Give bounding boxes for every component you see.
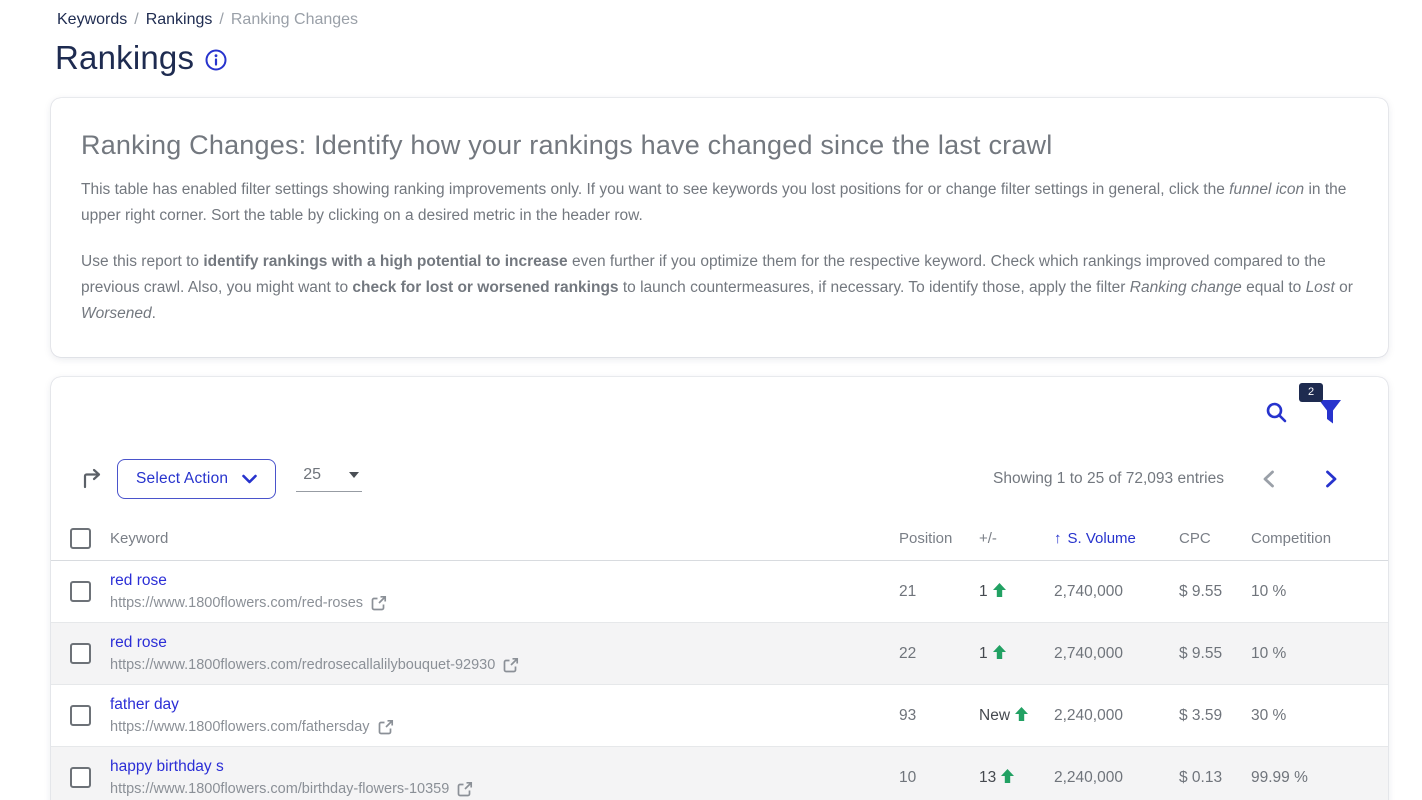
keyword-link[interactable]: happy birthday s	[110, 758, 224, 776]
search-volume-value: 2,240,000	[1054, 707, 1179, 725]
search-volume-value: 2,240,000	[1054, 769, 1179, 787]
intro-p2-filter-name: Ranking change	[1130, 279, 1242, 296]
keyword-url: https://www.1800flowers.com/red-roses	[110, 595, 363, 611]
cpc-value: $ 3.59	[1179, 707, 1251, 725]
keyword-link[interactable]: red rose	[110, 634, 167, 652]
funnel-icon[interactable]	[1318, 399, 1342, 425]
keyword-link[interactable]: red rose	[110, 572, 167, 590]
column-header-change[interactable]: +/-	[979, 530, 1054, 547]
row-checkbox[interactable]	[70, 643, 91, 664]
intro-p1-text: This table has enabled filter settings s…	[81, 181, 1229, 198]
search-volume-value: 2,740,000	[1054, 645, 1179, 663]
intro-paragraph-1: This table has enabled filter settings s…	[81, 177, 1358, 229]
keyword-url: https://www.1800flowers.com/birthday-flo…	[110, 781, 449, 797]
external-link-icon[interactable]	[457, 781, 473, 797]
table-row: father day https://www.1800flowers.com/f…	[51, 685, 1388, 747]
competition-value: 10 %	[1251, 583, 1388, 601]
table-body: red rose https://www.1800flowers.com/red…	[51, 561, 1388, 800]
table-row: red rose https://www.1800flowers.com/red…	[51, 561, 1388, 623]
change-up-arrow-icon	[993, 645, 1006, 659]
info-icon[interactable]	[205, 49, 227, 71]
intro-paragraph-2: Use this report to identify rankings wit…	[81, 249, 1358, 327]
keyword-link[interactable]: father day	[110, 696, 179, 714]
cpc-value: $ 9.55	[1179, 583, 1251, 601]
intro-p2-text: equal to	[1242, 279, 1306, 296]
export-icon[interactable]	[81, 468, 103, 490]
breadcrumb-ranking-changes: Ranking Changes	[231, 11, 358, 29]
external-link-icon[interactable]	[378, 719, 394, 735]
cpc-value: $ 9.55	[1179, 645, 1251, 663]
column-header-keyword[interactable]: Keyword	[110, 530, 899, 547]
intro-p2-filter-value: Worsened	[81, 305, 152, 322]
keyword-url: https://www.1800flowers.com/redrosecalla…	[110, 657, 495, 673]
competition-value: 99.99 %	[1251, 769, 1388, 787]
page-size-select[interactable]: 25	[296, 466, 362, 492]
row-checkbox[interactable]	[70, 581, 91, 602]
intro-p2-text: to launch countermeasures, if necessary.…	[619, 279, 1130, 296]
breadcrumb-separator: /	[219, 11, 223, 29]
intro-heading: Ranking Changes: Identify how your ranki…	[81, 130, 1358, 161]
position-value: 21	[899, 583, 979, 601]
table-row: happy birthday s https://www.1800flowers…	[51, 747, 1388, 800]
change-value: 13	[979, 769, 996, 787]
intro-card: Ranking Changes: Identify how your ranki…	[51, 98, 1388, 357]
caret-down-icon	[349, 472, 359, 478]
table-header-row: Keyword Position +/- ↑ S. Volume CPC Comp…	[51, 517, 1388, 561]
sort-asc-icon: ↑	[1054, 530, 1062, 547]
column-header-cpc[interactable]: CPC	[1179, 530, 1251, 547]
change-value: New	[979, 707, 1010, 725]
column-header-volume[interactable]: ↑ S. Volume	[1054, 530, 1179, 547]
cpc-value: $ 0.13	[1179, 769, 1251, 787]
breadcrumb-keywords[interactable]: Keywords	[57, 11, 127, 29]
page-size-value: 25	[303, 466, 321, 484]
breadcrumb: Keywords / Rankings / Ranking Changes	[0, 0, 1422, 29]
breadcrumb-rankings[interactable]: Rankings	[146, 11, 213, 29]
search-icon[interactable]	[1265, 401, 1288, 424]
external-link-icon[interactable]	[371, 595, 387, 611]
select-action-dropdown[interactable]: Select Action	[117, 459, 276, 499]
search-volume-value: 2,740,000	[1054, 583, 1179, 601]
chevron-down-icon	[242, 474, 257, 484]
intro-p2-text: Use this report to	[81, 253, 203, 270]
change-value: 1	[979, 583, 988, 601]
intro-p2-bold: identify rankings with a high potential …	[203, 253, 567, 270]
intro-p1-funnel-icon-ref: funnel icon	[1229, 181, 1304, 198]
competition-value: 30 %	[1251, 707, 1388, 725]
intro-p2-text: or	[1335, 279, 1353, 296]
change-up-arrow-icon	[993, 583, 1006, 597]
change-up-arrow-icon	[1001, 769, 1014, 783]
breadcrumb-separator: /	[134, 11, 138, 29]
intro-p2-bold: check for lost or worsened rankings	[352, 279, 618, 296]
showing-entries-text: Showing 1 to 25 of 72,093 entries	[993, 470, 1224, 488]
pagination-prev-icon[interactable]	[1250, 464, 1287, 494]
competition-value: 10 %	[1251, 645, 1388, 663]
external-link-icon[interactable]	[503, 657, 519, 673]
select-all-checkbox[interactable]	[70, 528, 91, 549]
row-checkbox[interactable]	[70, 767, 91, 788]
change-up-arrow-icon	[1015, 707, 1028, 721]
keyword-url: https://www.1800flowers.com/fathersday	[110, 719, 370, 735]
position-value: 22	[899, 645, 979, 663]
filter-count-badge: 2	[1299, 383, 1323, 402]
select-action-label: Select Action	[136, 470, 228, 488]
change-value: 1	[979, 645, 988, 663]
table-row: red rose https://www.1800flowers.com/red…	[51, 623, 1388, 685]
column-header-position[interactable]: Position	[899, 530, 979, 547]
position-value: 10	[899, 769, 979, 787]
column-header-competition[interactable]: Competition	[1251, 530, 1388, 547]
table-card: 2 Select Action 25 Showing 1	[51, 377, 1388, 800]
page-title: Rankings	[55, 39, 194, 77]
intro-p2-filter-value: Lost	[1306, 279, 1335, 296]
column-header-volume-label: S. Volume	[1068, 530, 1136, 547]
position-value: 93	[899, 707, 979, 725]
intro-p2-text: .	[152, 305, 156, 322]
row-checkbox[interactable]	[70, 705, 91, 726]
pagination-next-icon[interactable]	[1313, 464, 1350, 494]
